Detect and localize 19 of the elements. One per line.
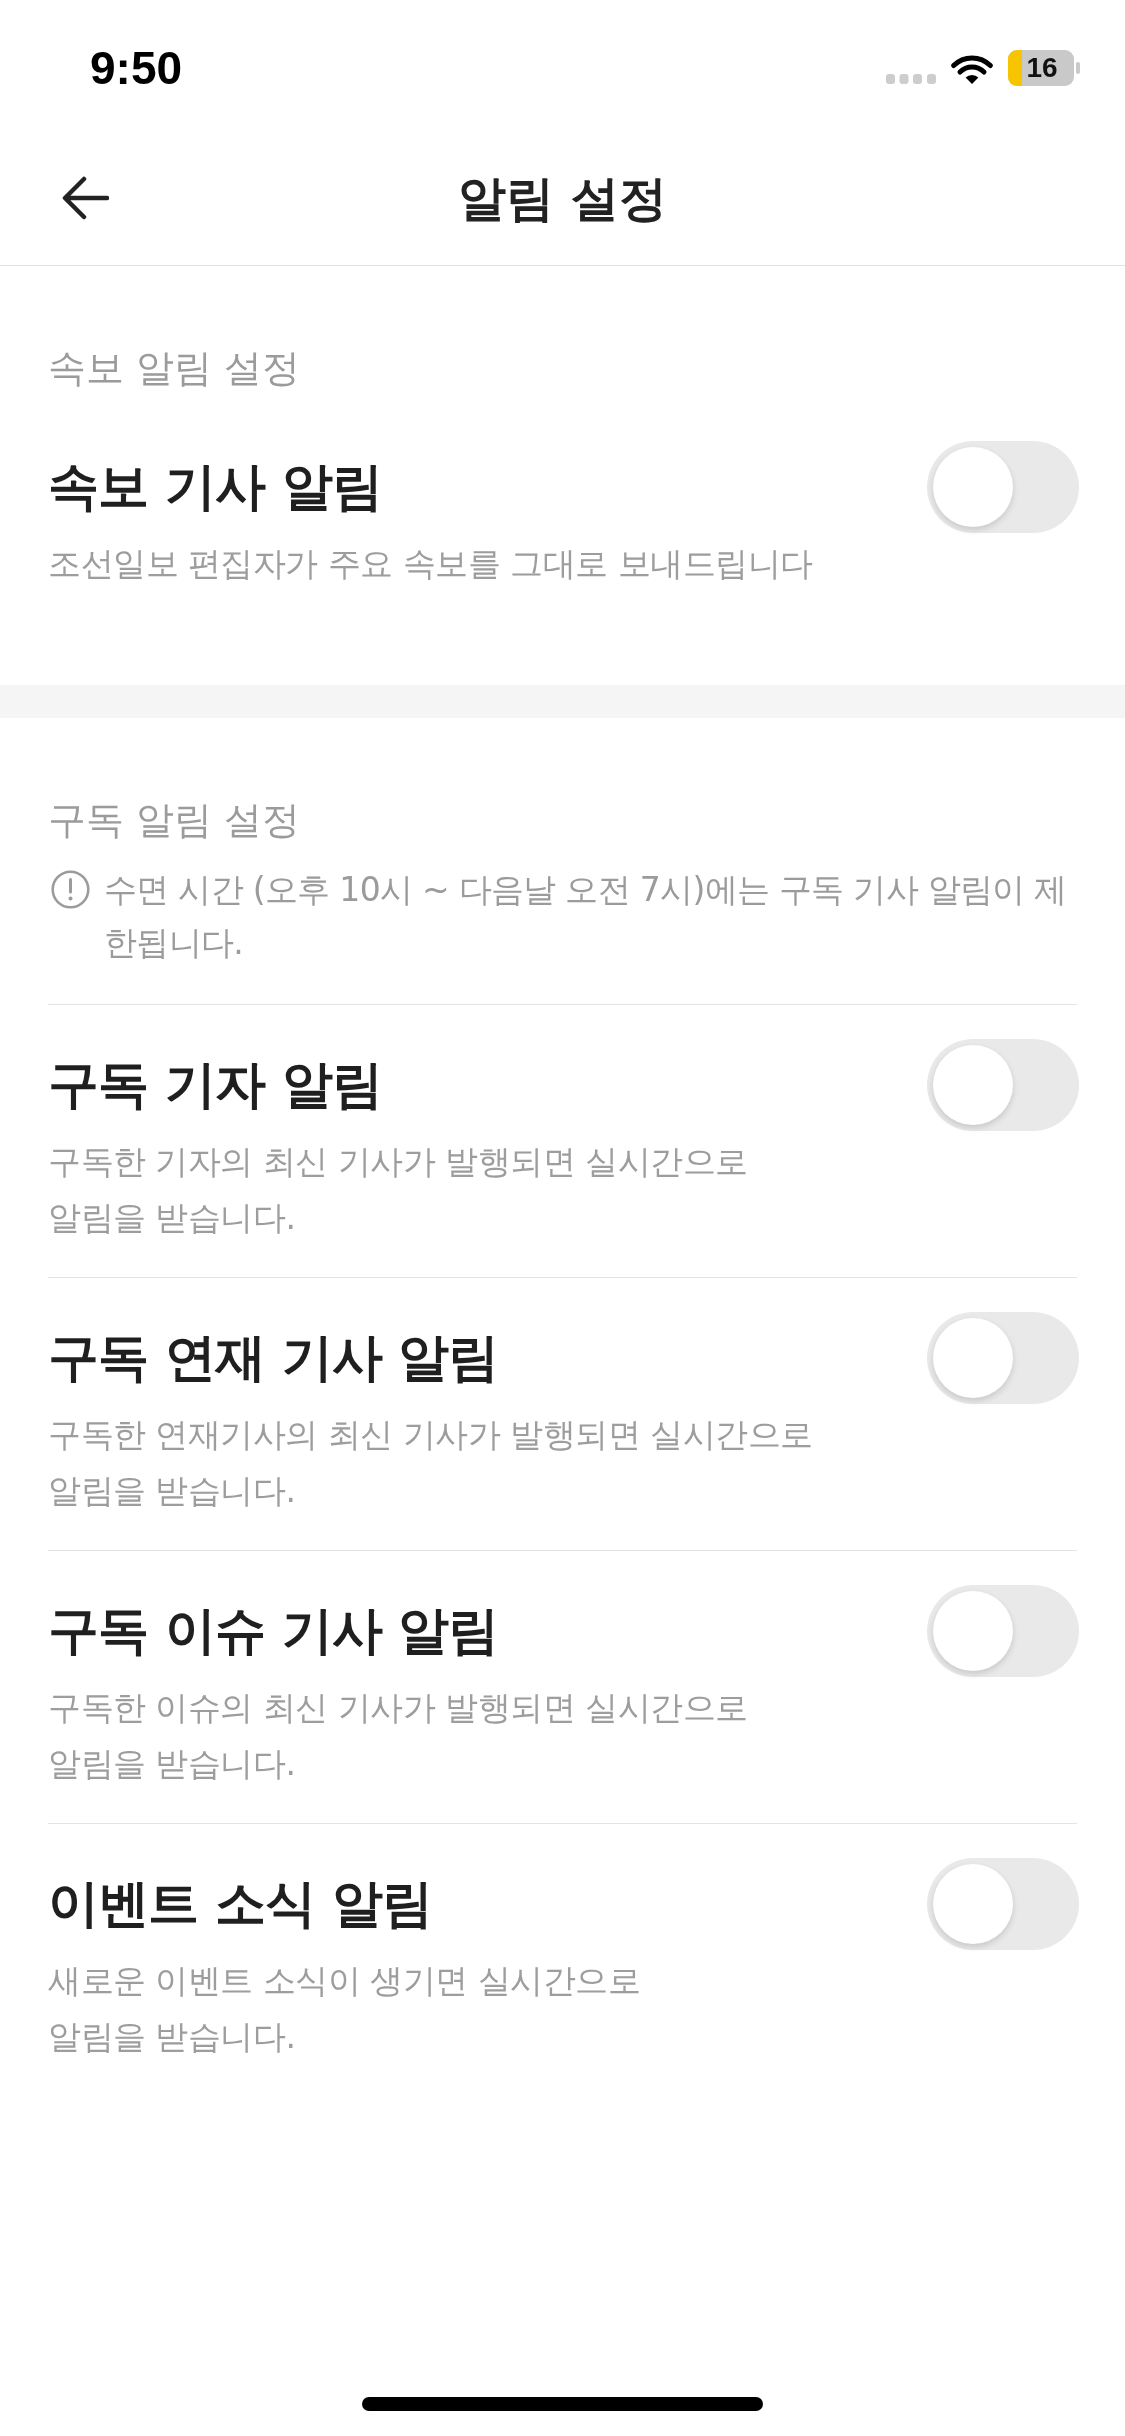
setting-title: 구독 기자 알림 — [48, 1054, 383, 1116]
setting-title: 구독 이슈 기사 알림 — [48, 1600, 500, 1662]
screen-title: 알림 설정 — [458, 168, 667, 228]
status-time: 9:50 — [90, 41, 183, 95]
setting-title: 이벤트 소식 알림 — [48, 1873, 433, 1935]
setting-description: 구독한 연재기사의 최신 기사가 발행되면 실시간으로 알림을 받습니다. — [48, 1414, 813, 1512]
info-icon — [51, 870, 90, 909]
back-icon[interactable] — [61, 175, 109, 220]
section-title: 속보 알림 설정 — [48, 345, 302, 392]
setting-title: 속보 기사 알림 — [48, 456, 383, 518]
battery-indicator: 16 — [1008, 50, 1080, 86]
section-title: 구독 알림 설정 — [48, 797, 302, 844]
setting-title: 구독 연재 기사 알림 — [48, 1327, 500, 1389]
setting-description: 구독한 이슈의 최신 기사가 발행되면 실시간으로 알림을 받습니다. — [48, 1687, 748, 1785]
setting-description: 구독한 기자의 최신 기사가 발행되면 실시간으로 알림을 받습니다. — [48, 1141, 748, 1239]
notice-text: 수면 시간 (오후 10시 ~ 다음날 오전 7시)에는 구독 기사 알림이 제한됩니다. — [104, 869, 1068, 964]
setting-description: 새로운 이벤트 소식이 생기면 실시간으로 알림을 받습니다. — [48, 1960, 641, 2058]
signal-icon — [886, 74, 936, 84]
setting-description: 조선일보 편집자가 주요 속보를 그대로 보내드립니다 — [48, 543, 813, 585]
